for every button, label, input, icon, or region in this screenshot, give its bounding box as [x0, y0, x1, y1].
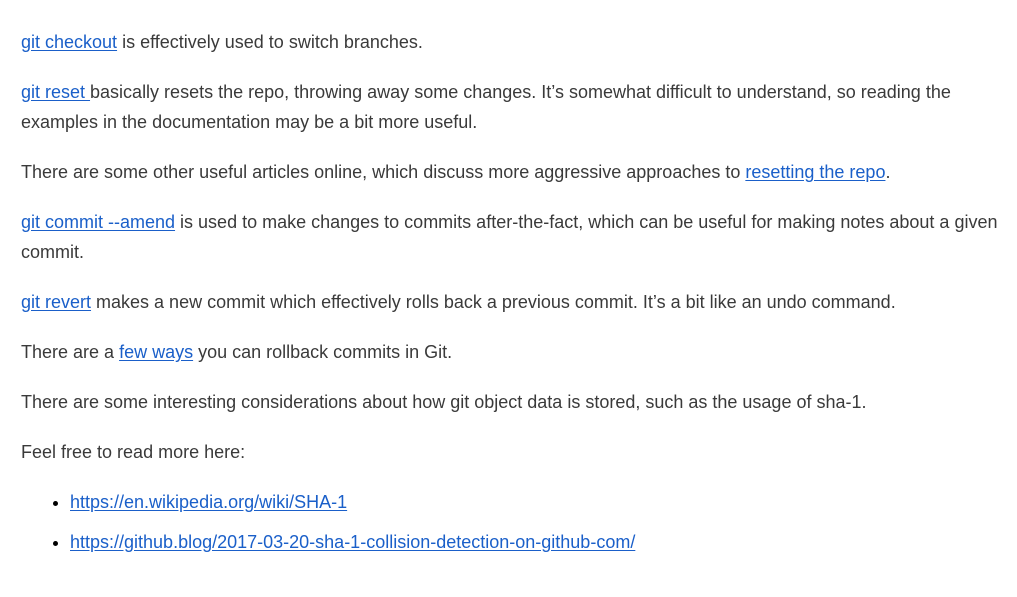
- git-reset-description: basically resets the repo, throwing away…: [21, 82, 951, 132]
- paragraph-other-articles: There are some other useful articles onl…: [21, 157, 1006, 187]
- paragraph-rollback: There are a few ways you can rollback co…: [21, 337, 1006, 367]
- git-checkout-description: is effectively used to switch branches.: [117, 32, 423, 52]
- sha1-text: There are some interesting consideration…: [21, 392, 867, 412]
- paragraph-git-commit-amend: git commit --amend is used to make chang…: [21, 207, 1006, 267]
- reference-links-list: https://en.wikipedia.org/wiki/SHA-1 http…: [21, 487, 1006, 557]
- article-body: git checkout is effectively used to swit…: [21, 27, 1006, 567]
- paragraph-git-reset: git reset basically resets the repo, thr…: [21, 77, 1006, 137]
- read-more-text: Feel free to read more here:: [21, 442, 246, 462]
- list-item: https://github.blog/2017-03-20-sha-1-col…: [70, 527, 1006, 557]
- github-blog-sha1-link[interactable]: https://github.blog/2017-03-20-sha-1-col…: [70, 532, 635, 552]
- git-reset-link[interactable]: git reset: [21, 82, 90, 102]
- git-revert-description: makes a new commit which effectively rol…: [91, 292, 896, 312]
- git-revert-link[interactable]: git revert: [21, 292, 91, 312]
- paragraph-git-revert: git revert makes a new commit which effe…: [21, 287, 1006, 317]
- list-item: https://en.wikipedia.org/wiki/SHA-1: [70, 487, 1006, 517]
- paragraph-read-more: Feel free to read more here:: [21, 437, 1006, 467]
- resetting-the-repo-link[interactable]: resetting the repo: [745, 162, 885, 182]
- rollback-text: There are a: [21, 342, 120, 362]
- other-articles-text: There are some other useful articles onl…: [21, 162, 746, 182]
- git-commit-amend-link[interactable]: git commit --amend: [21, 212, 175, 232]
- git-checkout-link[interactable]: git checkout: [21, 32, 117, 52]
- paragraph-sha1: There are some interesting consideration…: [21, 387, 1006, 417]
- other-articles-period: .: [885, 162, 891, 182]
- few-ways-link[interactable]: few ways: [119, 342, 193, 362]
- wikipedia-sha1-link[interactable]: https://en.wikipedia.org/wiki/SHA-1: [70, 492, 347, 512]
- rollback-text-end: you can rollback commits in Git.: [193, 342, 453, 362]
- paragraph-git-checkout: git checkout is effectively used to swit…: [21, 27, 1006, 57]
